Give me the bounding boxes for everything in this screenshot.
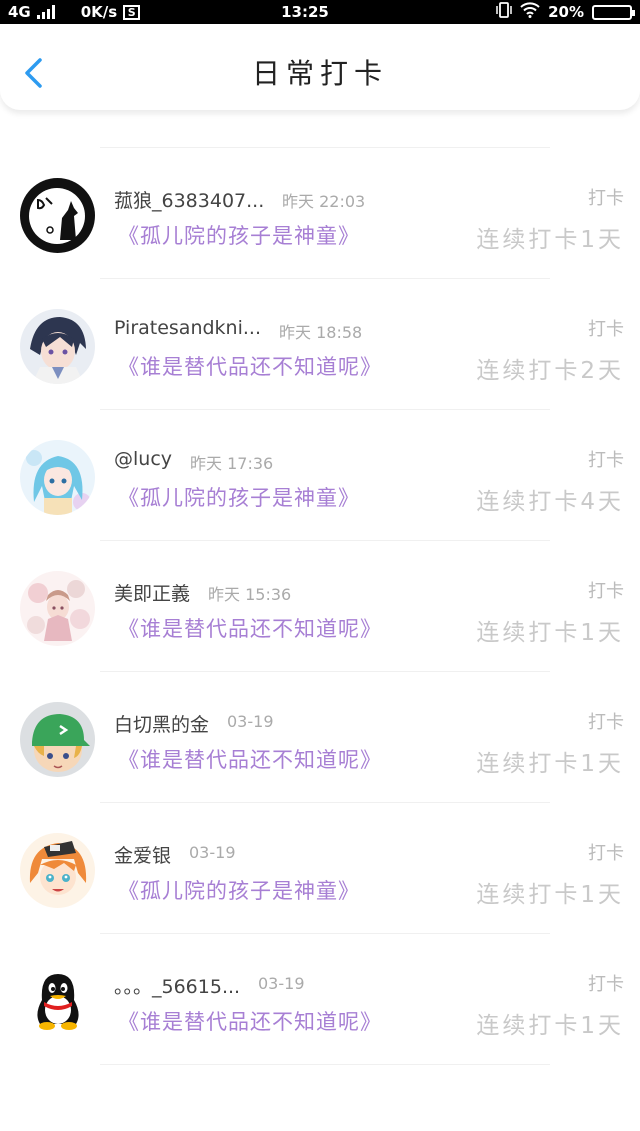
book-title-link[interactable]: 《孤儿院的孩子是神童》: [118, 220, 360, 250]
streak-count: 连续打卡1天: [476, 751, 624, 777]
battery-percent: 20%: [548, 3, 584, 21]
battery-icon: ⚡: [592, 4, 635, 20]
checkin-row[interactable]: Piratesandkni... 昨天 18:58 《谁是替代品还不知道呢》 打…: [0, 279, 640, 410]
checkin-row[interactable]: 白切黑的金 03-19 《谁是替代品还不知道呢》 打卡 连续打卡1天: [0, 672, 640, 803]
avatar-green-cap[interactable]: [20, 702, 95, 777]
checkin-time: 昨天 18:58: [279, 323, 363, 342]
checkin-label: 打卡: [588, 319, 624, 340]
checkin-time: 03-19: [227, 712, 274, 731]
avatar-wolf[interactable]: [20, 178, 95, 253]
book-title-link[interactable]: 《谁是替代品还不知道呢》: [118, 1006, 382, 1036]
book-title-link[interactable]: 《谁是替代品还不知道呢》: [118, 613, 382, 643]
streak-count: 连续打卡4天: [476, 489, 624, 515]
book-title-link[interactable]: 《谁是替代品还不知道呢》: [118, 744, 382, 774]
avatar-qq-penguin[interactable]: [20, 964, 95, 1039]
streak-count: 连续打卡1天: [476, 227, 624, 253]
checkin-row[interactable]: 美即正義 昨天 15:36 《谁是替代品还不知道呢》 打卡 连续打卡1天: [0, 541, 640, 672]
signal-icon: [36, 5, 55, 19]
checkin-time: 昨天 22:03: [282, 192, 366, 211]
status-bar: 4G 0K/s S 13:25 20% ⚡: [0, 0, 640, 24]
user-name[interactable]: 金爱银: [114, 841, 171, 868]
streak-count: 连续打卡1天: [476, 620, 624, 646]
user-name[interactable]: @lucy: [114, 448, 172, 470]
streak-count: 连续打卡1天: [476, 1013, 624, 1039]
checkin-label: 打卡: [588, 188, 624, 209]
user-name[interactable]: 。。。_56615...: [114, 972, 240, 999]
checkin-time: 03-19: [258, 974, 305, 993]
page-title: 日常打卡: [251, 57, 388, 90]
avatar-anime-pink[interactable]: [20, 571, 95, 646]
user-name[interactable]: Piratesandkni...: [114, 317, 261, 339]
streak-count: 连续打卡1天: [476, 882, 624, 908]
avatar-anime-dark[interactable]: [20, 309, 95, 384]
book-title-link[interactable]: 《孤儿院的孩子是神童》: [118, 482, 360, 512]
checkin-label: 打卡: [588, 974, 624, 995]
vibrate-icon: [496, 2, 512, 22]
checkin-row[interactable]: @lucy 昨天 17:36 《孤儿院的孩子是神童》 打卡 连续打卡4天: [0, 410, 640, 541]
checkin-row[interactable]: 菰狼_6383407... 昨天 22:03 《孤儿院的孩子是神童》 打卡 连续…: [0, 148, 640, 279]
checkin-time: 03-19: [189, 843, 236, 862]
user-name[interactable]: 白切黑的金: [114, 710, 209, 737]
avatar-anime-blue[interactable]: [20, 440, 95, 515]
clock: 13:25: [281, 3, 329, 21]
book-title-link[interactable]: 《孤儿院的孩子是神童》: [118, 875, 360, 905]
checkin-label: 打卡: [588, 581, 624, 602]
checkin-row[interactable]: 金爱银 03-19 《孤儿院的孩子是神童》 打卡 连续打卡1天: [0, 803, 640, 934]
streak-count: 连续打卡2天: [476, 358, 624, 384]
user-name[interactable]: 菰狼_6383407...: [114, 186, 264, 213]
header: 日常打卡: [0, 24, 640, 110]
app-notification-icon: S: [123, 4, 141, 20]
checkin-list[interactable]: 182*****319_24... 昨天 23:31 《谁是替代品还不知道呢》 …: [0, 130, 640, 1131]
checkin-label: 打卡: [588, 712, 624, 733]
network-speed: 0K/s: [80, 3, 118, 21]
checkin-label: 打卡: [588, 450, 624, 471]
checkin-time: 昨天 15:36: [208, 585, 292, 604]
checkin-row[interactable]: 。。。_56615... 03-19 《谁是替代品还不知道呢》 打卡 连续打卡1…: [0, 934, 640, 1065]
checkin-time: 昨天 17:36: [190, 454, 274, 473]
user-name[interactable]: 美即正義: [114, 579, 190, 606]
network-type: 4G: [8, 3, 31, 21]
checkin-row[interactable]: 182*****319_24... 昨天 23:31 《谁是替代品还不知道呢》 …: [0, 130, 640, 148]
book-title-link[interactable]: 《谁是替代品还不知道呢》: [118, 351, 382, 381]
avatar-orange-hair[interactable]: [20, 833, 95, 908]
wifi-icon: [520, 2, 540, 22]
checkin-label: 打卡: [588, 843, 624, 864]
